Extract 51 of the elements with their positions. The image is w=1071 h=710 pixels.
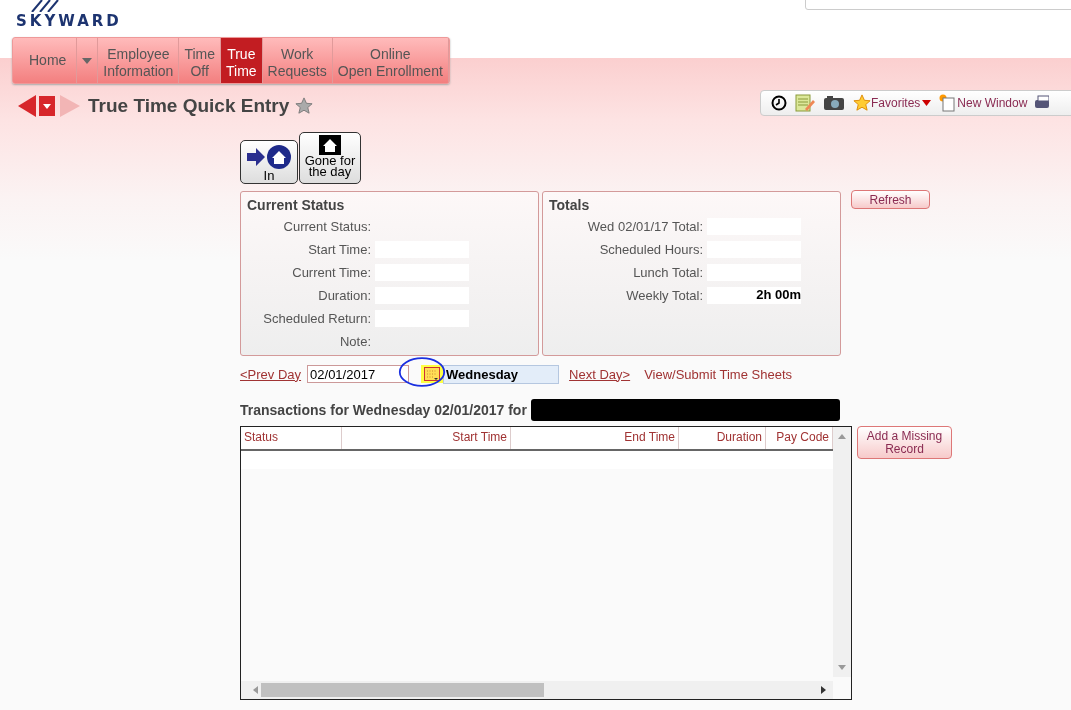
prev-day-link[interactable]: <Prev Day <box>240 366 302 382</box>
new-window-icon[interactable] <box>939 94 956 112</box>
column-header[interactable]: Duration <box>679 427 766 449</box>
next-day-link[interactable]: Next Day> <box>569 366 631 382</box>
camera-icon[interactable] <box>823 95 845 111</box>
nav-tab[interactable]: Employee Information <box>98 38 180 83</box>
nav-tab[interactable]: True Time <box>221 38 263 83</box>
nav-tab[interactable]: Online Open Enrollment <box>332 38 449 83</box>
clock-button[interactable]: Gone for the day <box>299 132 361 184</box>
navigation-arrows-icon[interactable] <box>18 95 80 117</box>
value-field: 2h 00m <box>707 287 801 304</box>
page-title: True Time Quick Entry <box>88 95 290 117</box>
column-header[interactable]: End Time <box>511 427 679 449</box>
clock-icon[interactable] <box>771 95 787 111</box>
horizontal-scrollbar[interactable] <box>241 681 833 699</box>
field-label: Note: <box>338 334 371 349</box>
printer-icon[interactable] <box>1035 95 1050 111</box>
field-label: Scheduled Return: <box>262 311 371 326</box>
nav-tab[interactable]: Work Requests <box>262 38 333 83</box>
field-label: Scheduled Hours: <box>598 242 703 257</box>
star-icon[interactable] <box>295 97 314 115</box>
column-header[interactable]: Status <box>241 427 342 449</box>
add-missing-record-button[interactable]: Add a Missing Record <box>857 426 952 459</box>
field-label: Current Status: <box>282 219 371 234</box>
day-field[interactable]: Wednesday <box>443 364 560 384</box>
home-icon <box>319 135 341 155</box>
clock-button[interactable]: In <box>240 140 298 184</box>
date-field[interactable]: 02/01/2017 <box>307 365 410 383</box>
caret-icon[interactable] <box>922 100 932 106</box>
arrow-home-icon <box>245 144 293 170</box>
field-label: Current Time: <box>291 265 371 280</box>
transactions-heading: Transactions for Wednesday 02/01/2017 for <box>240 402 527 418</box>
view-timesheets-link[interactable]: View/Submit Time Sheets <box>644 366 792 382</box>
new-window-link[interactable]: New Window <box>957 96 1028 110</box>
field-label: Lunch Total: <box>632 265 703 280</box>
logo: SKYWARD <box>16 12 122 30</box>
favorites-menu[interactable]: Favorites <box>871 96 921 110</box>
calendar-button[interactable] <box>421 365 444 383</box>
star-icon[interactable] <box>853 94 871 112</box>
field-label: Duration: <box>317 288 371 303</box>
panel-title: Current Status <box>247 197 346 213</box>
vertical-scrollbar[interactable] <box>833 427 851 677</box>
refresh-button[interactable]: Refresh <box>851 190 930 209</box>
notepad-icon[interactable] <box>795 94 815 112</box>
panel-title: Totals <box>549 197 591 213</box>
column-header[interactable]: Start Time <box>342 427 511 449</box>
field-label: Start Time: <box>307 242 371 257</box>
nav-tab[interactable]: Home <box>13 38 78 83</box>
annotation-circle <box>398 355 446 389</box>
field-label: Wed 02/01/17 Total: <box>586 219 703 234</box>
field-label: Weekly Total: <box>625 288 703 303</box>
